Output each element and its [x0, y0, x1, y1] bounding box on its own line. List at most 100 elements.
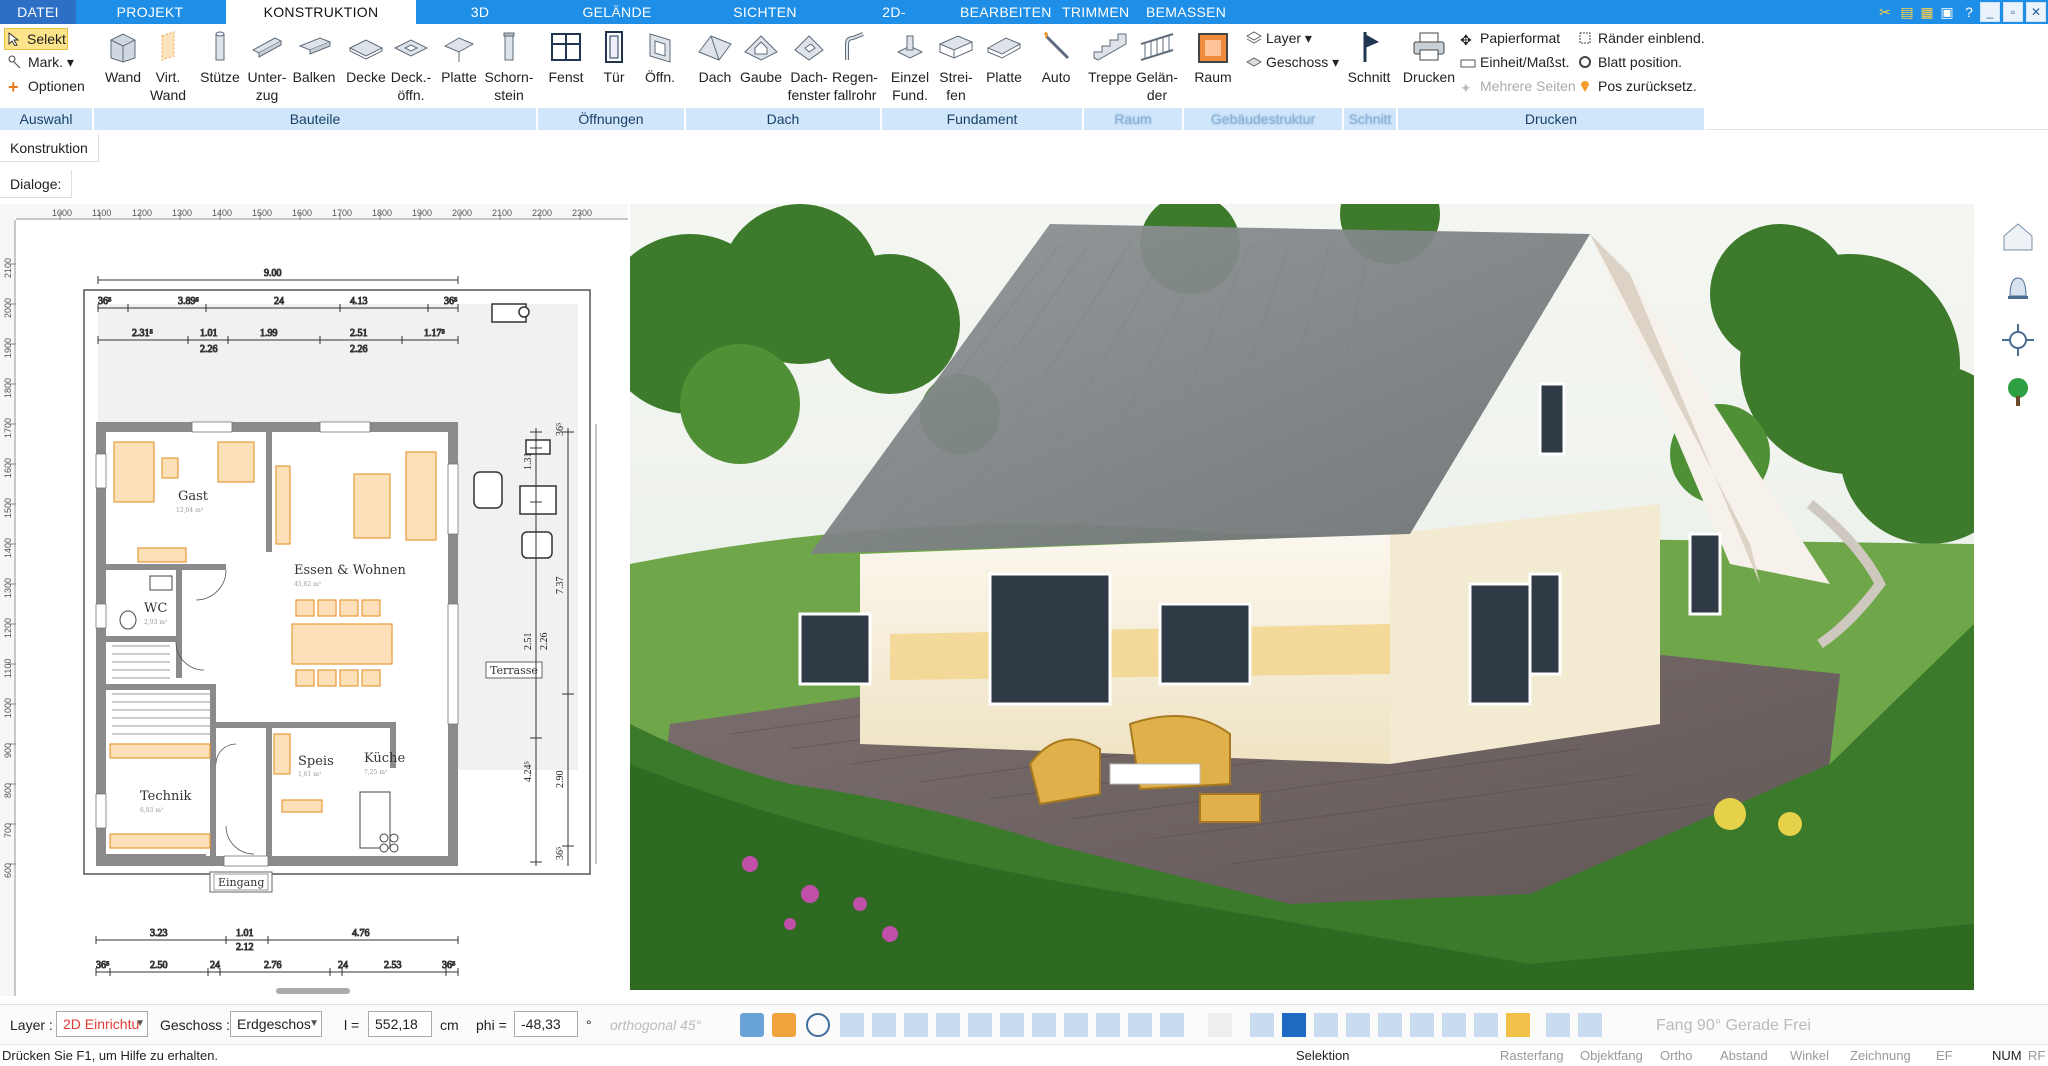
schornstein-button[interactable]: Schorn-stein [484, 28, 534, 104]
schnitt-button[interactable]: Schnitt [1344, 28, 1394, 86]
auto-fundament-button[interactable]: Auto [1034, 28, 1078, 86]
tab-bemassen[interactable]: BEMASSEN [1146, 0, 1226, 24]
bodenplatte-button[interactable]: Platte [982, 28, 1026, 86]
tool-11-icon[interactable] [1578, 1013, 1602, 1037]
stuetze-button[interactable]: Stütze [198, 28, 242, 86]
plan-horizontal-scrollbar[interactable] [276, 988, 350, 994]
snap-quadrant-icon[interactable] [1096, 1013, 1120, 1037]
length-input[interactable]: 552,18 [368, 1011, 432, 1037]
konstruktion-dialog-label[interactable]: Konstruktion [0, 134, 99, 162]
status-winkel[interactable]: Winkel [1790, 1048, 1829, 1063]
tab-projekt[interactable]: PROJEKT [100, 0, 200, 24]
layer-select[interactable]: 2D Einrichtu ▼ [56, 1011, 148, 1037]
snap-perp-icon[interactable] [968, 1013, 992, 1037]
phi-input[interactable]: -48,33 [514, 1011, 578, 1037]
deck-oeffn-button[interactable]: Deck.- öffn. [388, 28, 434, 104]
snap-end-icon[interactable] [936, 1013, 960, 1037]
snap-edge-icon[interactable] [872, 1013, 896, 1037]
status-objektfang[interactable]: Objektfang [1580, 1048, 1643, 1063]
status-abstand[interactable]: Abstand [1720, 1048, 1768, 1063]
help-icon[interactable]: ? [1960, 3, 1978, 21]
tab-konstruktion[interactable]: KONSTRUKTION [226, 0, 416, 26]
snap-center-icon[interactable] [1032, 1013, 1056, 1037]
raum-button[interactable]: Raum [1190, 28, 1236, 86]
snap-node-icon[interactable] [1064, 1013, 1088, 1037]
snap-grid-icon[interactable] [740, 1013, 764, 1037]
optionen-button[interactable]: + Optionen [8, 76, 85, 96]
tool-8-icon[interactable] [1474, 1013, 1498, 1037]
geschoss-select[interactable]: Erdgeschos ▼ [230, 1011, 322, 1037]
maximize-button[interactable]: ▫ [2003, 2, 2023, 22]
snap-intersect-icon[interactable] [1128, 1013, 1152, 1037]
mehrere-seiten-button[interactable]: ✦ Mehrere Seiten [1460, 76, 1576, 96]
tool-3-icon[interactable] [1314, 1013, 1338, 1037]
snap-extension-icon[interactable] [1160, 1013, 1184, 1037]
snap-line-icon[interactable] [840, 1013, 864, 1037]
tool-1-icon[interactable] [1250, 1013, 1274, 1037]
virt-wand-button[interactable]: Virt. Wand [148, 28, 188, 104]
3d-render-view[interactable] [630, 204, 1974, 990]
drucken-button[interactable]: Drucken [1400, 28, 1458, 86]
pos-zuruecksetzen-button[interactable]: Pos zurücksetz. [1578, 76, 1697, 96]
snap-object-icon[interactable] [772, 1013, 796, 1037]
tab-3d[interactable]: 3D [450, 0, 510, 24]
orthogonal-toggle[interactable]: orthogonal 45° [610, 1017, 701, 1033]
dach-button[interactable]: Dach [694, 28, 736, 86]
tuer-button[interactable]: Tür [594, 28, 634, 86]
blatt-position-button[interactable]: Blatt position. [1578, 52, 1682, 72]
folder-icon[interactable]: ▤ [1898, 3, 1916, 21]
tool-5-icon[interactable] [1378, 1013, 1402, 1037]
floor-plan-view[interactable]: 1000 1100 1200 1300 1400 1500 1600 1700 … [0, 204, 628, 996]
tree-icon[interactable] [1998, 372, 2038, 412]
tool-7-icon[interactable] [1442, 1013, 1466, 1037]
house-view-icon[interactable] [1998, 216, 2038, 256]
tool-4-icon[interactable] [1346, 1013, 1370, 1037]
geschoss-dropdown[interactable]: Geschoss ▾ [1245, 52, 1339, 72]
tab-trimmen[interactable]: TRIMMEN [1062, 0, 1129, 24]
snap-tangent-icon[interactable] [1000, 1013, 1024, 1037]
tab-datei[interactable]: DATEI [0, 0, 76, 24]
snap-mid-icon[interactable] [904, 1013, 928, 1037]
minimize-button[interactable]: _ [1980, 2, 2000, 22]
navigate-icon[interactable] [1998, 320, 2038, 360]
tool-2-icon[interactable] [1282, 1013, 1306, 1037]
tab-2d-elemente[interactable]: 2D-ELEMENTE [846, 0, 942, 44]
platte-button[interactable]: Platte [436, 28, 482, 86]
wand-button[interactable]: Wand [100, 28, 146, 86]
tool-6-icon[interactable] [1410, 1013, 1434, 1037]
decke-button[interactable]: Decke [344, 28, 388, 86]
oeffnung-button[interactable]: Öffn. [640, 28, 680, 86]
tools-icon[interactable]: ✂ [1876, 3, 1894, 21]
status-zeichnung[interactable]: Zeichnung [1850, 1048, 1911, 1063]
dachfenster-button[interactable]: Dach-fenster [784, 28, 834, 104]
tab-bearbeiten[interactable]: BEARBEITEN [960, 0, 1051, 24]
layer-dropdown[interactable]: Layer ▾ [1245, 28, 1312, 48]
fenster-button[interactable]: Fenst [546, 28, 586, 86]
regenfallrohr-button[interactable]: Regen-fallrohr [830, 28, 880, 104]
snap-d-icon[interactable] [1208, 1013, 1232, 1037]
status-ortho[interactable]: Ortho [1660, 1048, 1693, 1063]
tab-sichten[interactable]: SICHTEN [722, 0, 808, 24]
window-icon[interactable]: ▣ [1938, 3, 1956, 21]
snap-circle-icon[interactable] [806, 1013, 830, 1037]
tool-9-icon[interactable] [1506, 1013, 1530, 1037]
bell-icon[interactable] [1998, 268, 2038, 308]
tab-gelaende[interactable]: GELÄNDE [572, 0, 662, 24]
einzelfundament-button[interactable]: Einzel Fund. [888, 28, 932, 104]
mode-toggles[interactable]: Fang 90° Gerade Frei [1656, 1017, 1811, 1035]
treppe-button[interactable]: Treppe [1088, 28, 1132, 86]
einheit-button[interactable]: Einheit/Maßst. [1460, 52, 1569, 72]
unterzug-button[interactable]: Unter-zug [244, 28, 290, 104]
papierformat-button[interactable]: ✥ Papierformat [1460, 28, 1560, 48]
gelaender-button[interactable]: Gelän-der [1134, 28, 1180, 104]
status-rasterfang[interactable]: Rasterfang [1500, 1048, 1564, 1063]
tool-10-icon[interactable] [1546, 1013, 1570, 1037]
db-icon[interactable]: ▦ [1918, 3, 1936, 21]
selekt-button[interactable]: Selekt [4, 28, 68, 50]
mark-button[interactable]: Mark. ▾ [8, 52, 74, 72]
raender-button[interactable]: Ränder einblend. [1578, 28, 1705, 48]
streifenfundament-button[interactable]: Strei-fen [934, 28, 978, 104]
close-button[interactable]: ✕ [2026, 2, 2046, 22]
balken-button[interactable]: Balken [292, 28, 336, 86]
gaube-button[interactable]: Gaube [738, 28, 784, 86]
